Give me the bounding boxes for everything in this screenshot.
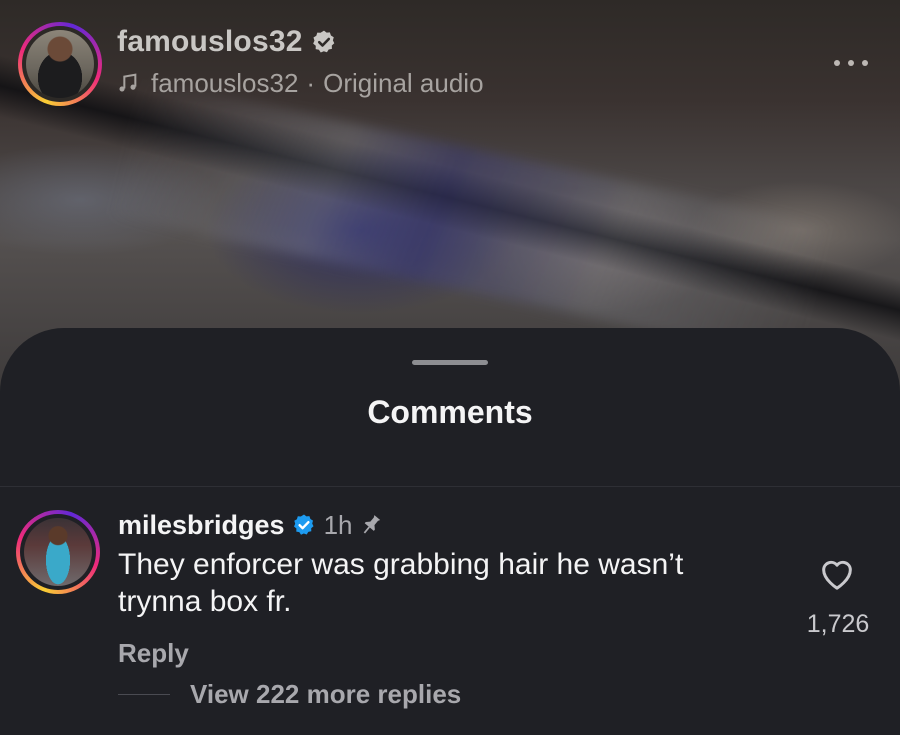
comment-timestamp: 1h bbox=[323, 509, 353, 540]
poster-name-row: famouslos32 bbox=[117, 24, 337, 60]
reply-button[interactable]: Reply bbox=[118, 638, 189, 669]
comment-text: They enforcer was grabbing hair he wasn’… bbox=[118, 548, 684, 618]
pin-icon bbox=[364, 515, 381, 534]
audio-row[interactable]: famouslos32 · Original audio bbox=[117, 68, 484, 98]
post-header: famouslos32 famouslos32 · Original audio bbox=[18, 18, 882, 108]
verified-badge-icon bbox=[312, 30, 334, 53]
comment-item: milesbridges 1h They enforcer was grabbi… bbox=[0, 506, 900, 735]
heart-icon[interactable] bbox=[817, 554, 857, 594]
like-count: 1,726 bbox=[806, 610, 870, 638]
verified-badge-icon bbox=[293, 514, 314, 535]
comment-header: milesbridges 1h bbox=[118, 508, 384, 542]
poster-avatar[interactable] bbox=[18, 22, 102, 106]
poster-avatar-photo bbox=[26, 30, 94, 98]
poster-username[interactable]: famouslos32 bbox=[117, 25, 303, 59]
view-replies-label: View 222 more replies bbox=[190, 678, 462, 709]
commenter-avatar-photo bbox=[24, 518, 92, 586]
reel-comments-screen: famouslos32 famouslos32 · Original audio… bbox=[0, 0, 900, 735]
audio-label: Original audio bbox=[323, 67, 484, 98]
commenter-username[interactable]: milesbridges bbox=[118, 510, 285, 541]
more-options-icon[interactable] bbox=[834, 58, 868, 68]
sheet-divider bbox=[0, 486, 900, 487]
audio-owner: famouslos32 bbox=[151, 67, 299, 98]
view-replies-button[interactable]: View 222 more replies bbox=[118, 676, 461, 712]
replies-divider-line bbox=[118, 693, 170, 695]
comments-title: Comments bbox=[367, 394, 533, 430]
video-blur-streak bbox=[113, 78, 827, 362]
music-note-icon bbox=[119, 73, 137, 92]
audio-separator: · bbox=[306, 67, 316, 98]
sheet-grab-handle[interactable] bbox=[412, 360, 488, 365]
comments-sheet: Comments milesbridges 1h They enforcer w… bbox=[0, 328, 900, 735]
commenter-avatar[interactable] bbox=[16, 510, 100, 594]
